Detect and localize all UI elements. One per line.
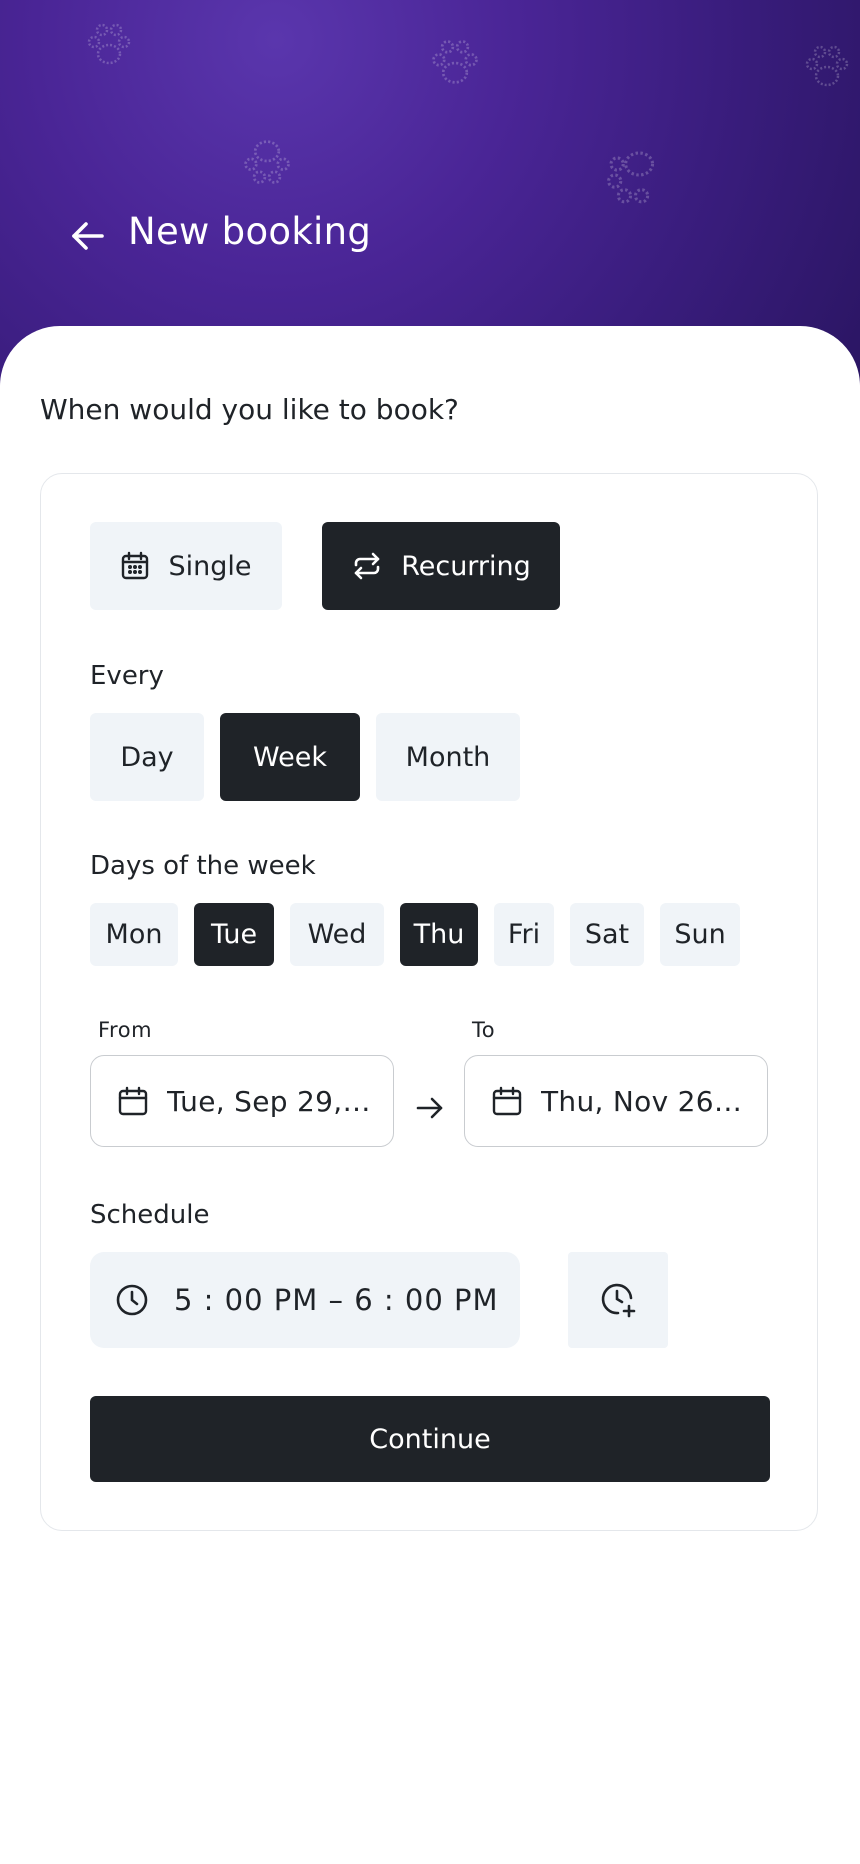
continue-label: Continue bbox=[369, 1423, 491, 1455]
day-fri-button[interactable]: Fri bbox=[494, 903, 554, 966]
day-sat-label: Sat bbox=[584, 919, 630, 950]
booking-question: When would you like to book? bbox=[40, 393, 459, 426]
from-date-field[interactable]: Tue, Sep 29, 2… bbox=[90, 1055, 394, 1147]
back-button[interactable] bbox=[66, 214, 110, 258]
day-wed-button[interactable]: Wed bbox=[290, 903, 384, 966]
calendar-icon bbox=[117, 1085, 149, 1117]
frequency-day-button[interactable]: Day bbox=[90, 713, 204, 801]
clock-plus-icon bbox=[601, 1283, 636, 1318]
to-date-field[interactable]: Thu, Nov 26, 2… bbox=[464, 1055, 768, 1147]
schedule-label: Schedule bbox=[90, 1200, 210, 1230]
day-wed-label: Wed bbox=[307, 919, 367, 950]
paw-print-icon bbox=[82, 18, 136, 72]
frequency-month-button[interactable]: Month bbox=[376, 713, 520, 801]
day-thu-label: Thu bbox=[413, 919, 465, 950]
recurring-label: Recurring bbox=[401, 550, 531, 582]
frequency-week-label: Week bbox=[253, 741, 327, 773]
every-label: Every bbox=[90, 661, 164, 691]
paw-print-icon bbox=[426, 34, 484, 92]
clock-icon bbox=[114, 1282, 150, 1318]
day-sat-button[interactable]: Sat bbox=[570, 903, 644, 966]
booking-card bbox=[40, 473, 818, 1531]
add-time-button[interactable] bbox=[568, 1252, 668, 1348]
day-tue-label: Tue bbox=[210, 919, 258, 950]
days-label: Days of the week bbox=[90, 851, 316, 881]
page-title: New booking bbox=[128, 210, 372, 253]
single-button[interactable]: Single bbox=[90, 522, 282, 610]
day-tue-button[interactable]: Tue bbox=[194, 903, 274, 966]
day-thu-button[interactable]: Thu bbox=[400, 903, 478, 966]
recurring-button[interactable]: Recurring bbox=[322, 522, 560, 610]
paw-print-icon bbox=[238, 132, 296, 190]
frequency-month-label: Month bbox=[405, 741, 491, 773]
single-label: Single bbox=[168, 550, 252, 582]
from-date-value: Tue, Sep 29, 2… bbox=[167, 1084, 377, 1118]
day-sun-label: Sun bbox=[674, 919, 726, 950]
to-label: To bbox=[472, 1018, 496, 1042]
time-range-field[interactable]: 5 : 00 PM – 6 : 00 PM bbox=[90, 1252, 520, 1348]
to-date-value: Thu, Nov 26, 2… bbox=[541, 1084, 751, 1118]
calendar-icon bbox=[491, 1085, 523, 1117]
time-range-value: 5 : 00 PM – 6 : 00 PM bbox=[174, 1283, 499, 1317]
paw-print-icon bbox=[800, 40, 854, 94]
day-fri-label: Fri bbox=[507, 919, 541, 950]
from-label: From bbox=[98, 1018, 153, 1042]
repeat-icon bbox=[351, 550, 383, 582]
day-mon-label: Mon bbox=[105, 919, 163, 950]
day-mon-button[interactable]: Mon bbox=[90, 903, 178, 966]
arrow-left-icon bbox=[72, 222, 104, 250]
frequency-day-label: Day bbox=[120, 741, 174, 773]
day-sun-button[interactable]: Sun bbox=[660, 903, 740, 966]
calendar-icon bbox=[120, 551, 150, 581]
frequency-week-button[interactable]: Week bbox=[220, 713, 360, 801]
paw-print-icon bbox=[600, 142, 666, 208]
arrow-right-icon bbox=[414, 1092, 446, 1128]
continue-button[interactable]: Continue bbox=[90, 1396, 770, 1482]
